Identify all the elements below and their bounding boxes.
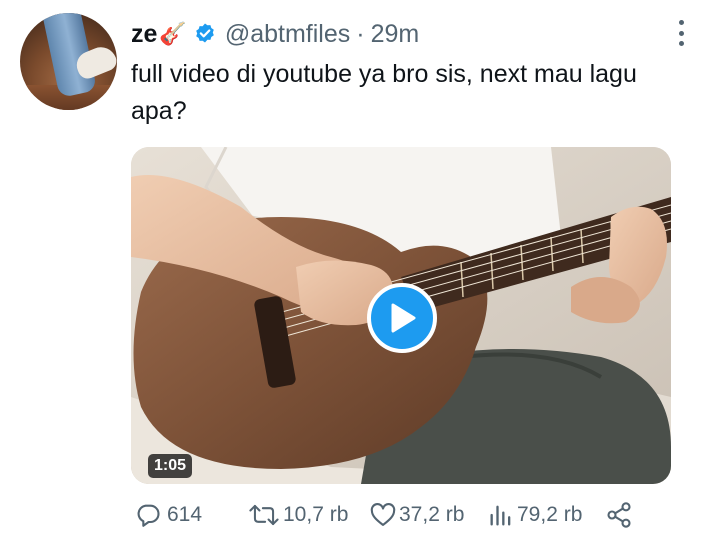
share-icon xyxy=(607,502,631,528)
reply-button[interactable]: 614 xyxy=(134,501,202,529)
timestamp[interactable]: 29m xyxy=(371,20,420,49)
views-button[interactable]: 79,2 rb xyxy=(488,501,582,529)
like-count: 37,2 rb xyxy=(399,503,465,526)
share-button[interactable] xyxy=(605,501,633,529)
retweet-count: 10,7 rb xyxy=(283,503,349,526)
retweet-icon xyxy=(249,504,279,526)
more-dot xyxy=(678,30,684,36)
guitar-emoji: 🎸 xyxy=(159,21,187,46)
heart-icon xyxy=(370,503,396,526)
more-dot xyxy=(678,20,684,25)
video-thumbnail[interactable]: 1:05 xyxy=(131,147,671,484)
user-handle[interactable]: @abtmfiles xyxy=(225,20,350,49)
like-button[interactable]: 37,2 rb xyxy=(369,501,464,529)
view-count: 79,2 rb xyxy=(517,503,583,526)
more-vertical-icon[interactable] xyxy=(671,18,691,48)
tweet-action-bar: 614 10,7 rb 37,2 rb 79,2 rb xyxy=(134,501,644,531)
tweet-text: full video di youtube ya bro sis, next m… xyxy=(131,60,637,125)
play-icon xyxy=(391,303,416,333)
retweet-button[interactable]: 10,7 rb xyxy=(247,501,348,529)
display-name[interactable]: ze xyxy=(131,20,157,49)
avatar[interactable] xyxy=(20,13,117,110)
video-duration-badge: 1:05 xyxy=(148,454,193,478)
play-button[interactable] xyxy=(367,283,437,353)
verified-badge-icon[interactable] xyxy=(193,22,217,46)
reply-icon xyxy=(137,504,160,527)
reply-count: 614 xyxy=(167,503,203,526)
more-dot xyxy=(678,41,684,46)
separator-dot: · xyxy=(356,19,365,48)
tweet-header: ze 🎸 @abtmfiles · 29m xyxy=(131,17,419,51)
views-bar-chart-icon xyxy=(490,505,511,526)
